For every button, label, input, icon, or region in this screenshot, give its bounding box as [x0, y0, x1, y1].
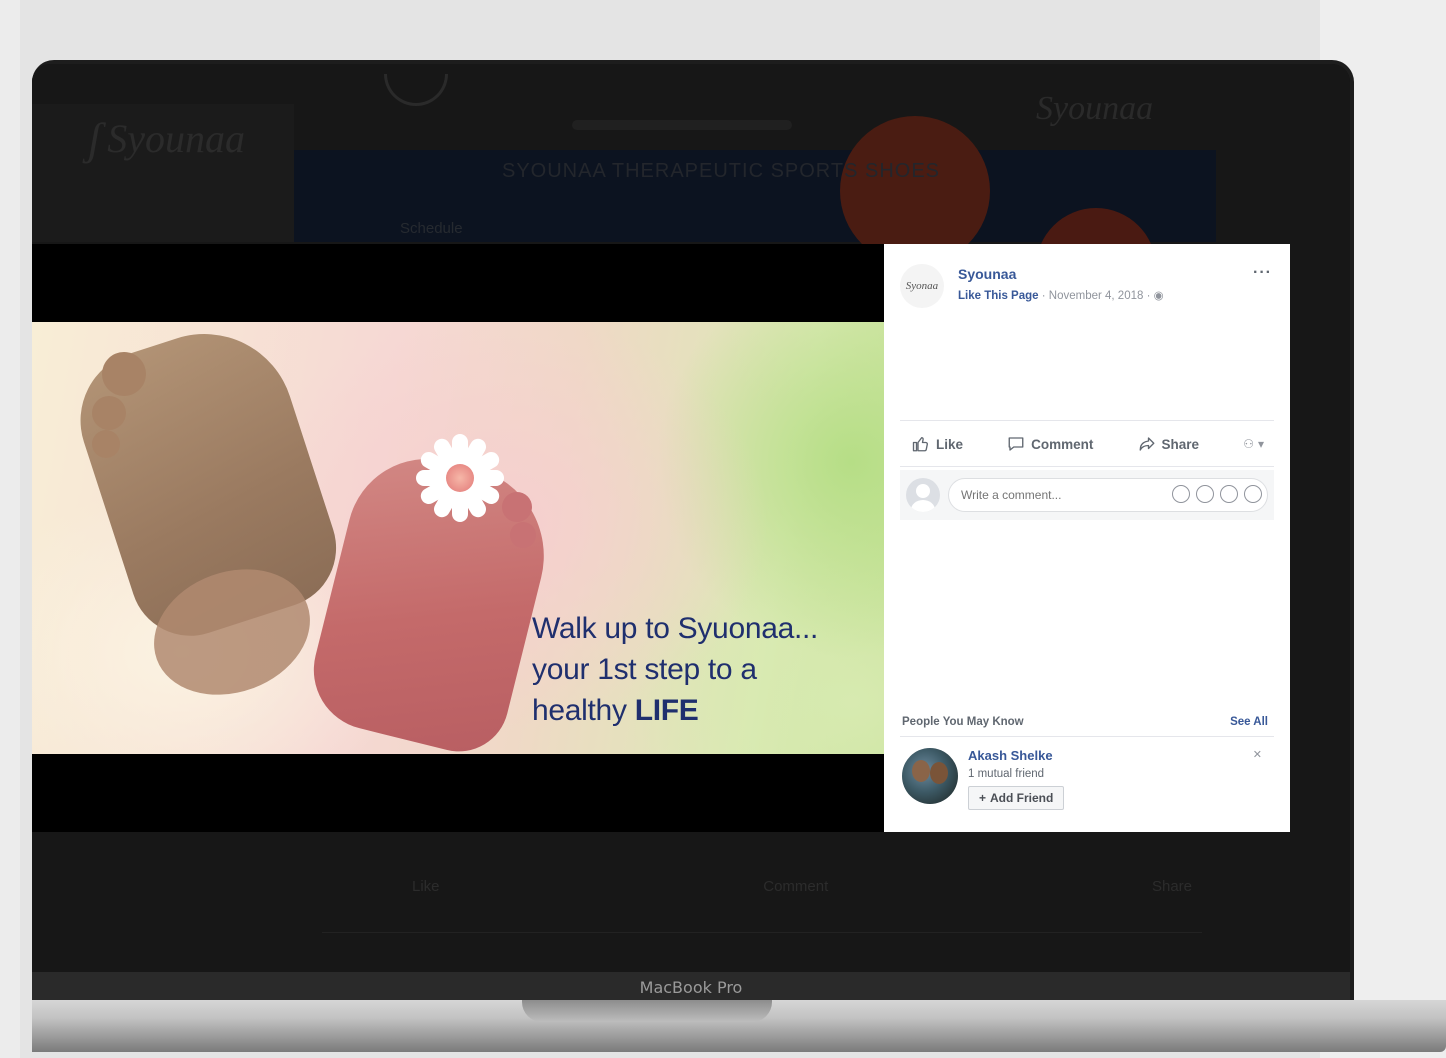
add-friend-label: Add Friend: [990, 791, 1054, 805]
share-icon: [1139, 437, 1154, 451]
more-options-icon[interactable]: ···: [1253, 264, 1272, 282]
daisy-flower: [412, 430, 508, 526]
background-logo: ʃ Syounaa: [88, 112, 245, 165]
user-avatar: [906, 478, 940, 512]
laptop-base: [32, 1000, 1446, 1052]
like-button[interactable]: Like: [912, 435, 963, 453]
add-friend-icon: +: [979, 791, 987, 805]
chevron-down-icon: ▾: [1257, 437, 1264, 451]
sticker-icon[interactable]: [1244, 485, 1262, 503]
close-icon[interactable]: ✕: [1253, 748, 1262, 761]
background-right-logo: Syounaa: [1036, 90, 1154, 127]
post-date-link[interactable]: November 4, 2018: [1049, 290, 1144, 302]
background-banner-sub: Schedule: [400, 220, 463, 237]
divider: [900, 736, 1274, 737]
background-share: Share: [1151, 878, 1192, 895]
comment-button[interactable]: Comment: [1007, 435, 1093, 453]
post-photo[interactable]: Walk up to Syuonaa... your 1st step to a…: [32, 322, 884, 754]
laptop-notch: [522, 1000, 772, 1022]
toe: [102, 352, 146, 396]
divider: [900, 420, 1274, 421]
thumbs-up-icon: [912, 436, 928, 452]
page-avatar[interactable]: Syonaa: [900, 264, 944, 308]
share-button[interactable]: Share: [1138, 435, 1200, 453]
toe: [510, 522, 536, 548]
background-banner-title: SYOUNAA THERAPEUTIC SPORTS SHOES: [502, 160, 941, 182]
post-side-panel: Syonaa Syounaa Like This Page · November…: [884, 244, 1290, 832]
like-label: Like: [936, 436, 964, 452]
mutual-friends-link[interactable]: 1 mutual friend: [968, 768, 1044, 780]
caption-line-3: healthy LIFE: [532, 694, 699, 727]
camera-icon[interactable]: [1196, 485, 1214, 503]
comment-icon: [1008, 437, 1024, 451]
comment-tools: [1172, 485, 1262, 503]
suggested-friend: Akash Shelke 1 mutual friend + Add Frien…: [902, 746, 1272, 814]
audience-selector[interactable]: ⚇ ▾: [1243, 437, 1264, 451]
photo-viewer[interactable]: Walk up to Syuonaa... your 1st step to a…: [32, 244, 884, 832]
background-logo-text: Syounaa: [107, 116, 245, 161]
like-page-link[interactable]: Like This Page: [958, 290, 1039, 302]
post-meta: Like This Page · November 4, 2018 · ◉: [958, 288, 1164, 302]
people-you-may-know-title: People You May Know: [902, 716, 1024, 728]
logo-mark-icon: ʃ: [88, 113, 102, 164]
post-header: Syonaa Syounaa Like This Page · November…: [900, 264, 1274, 308]
laptop-screen: ʃ Syounaa Syounaa SYOUNAA THERAPEUTIC SP…: [32, 64, 1350, 972]
comment-composer: [900, 470, 1274, 520]
background-like: Like: [412, 878, 440, 895]
friend-avatar[interactable]: [902, 748, 958, 804]
toe: [92, 396, 126, 430]
post-actions: Like Comment Share ⚇ ▾: [900, 424, 1274, 464]
comment-label: Comment: [1031, 436, 1094, 452]
add-friend-button[interactable]: + Add Friend: [968, 786, 1065, 810]
laptop-chin: MacBook Pro: [32, 972, 1350, 1002]
page-name-link[interactable]: Syounaa: [958, 266, 1016, 282]
caption-strong-word: LIFE: [634, 694, 699, 727]
caption-line-1: Walk up to Syuonaa...: [532, 612, 819, 645]
background-divider: [322, 932, 1202, 938]
people-icon: ⚇: [1243, 437, 1254, 451]
caption-line-2: your 1st step to a: [532, 653, 757, 686]
toe: [92, 430, 120, 458]
background-comment: Comment: [763, 878, 829, 895]
divider: [900, 466, 1274, 467]
device-label: MacBook Pro: [639, 978, 743, 997]
meta-separator: ·: [1143, 290, 1154, 302]
meta-separator: ·: [1038, 290, 1049, 302]
gif-icon[interactable]: [1220, 485, 1238, 503]
background-action-row: Like Comment Share: [412, 878, 1192, 895]
emoji-icon[interactable]: [1172, 485, 1190, 503]
see-all-link[interactable]: See All: [1230, 716, 1268, 728]
photo-caption: Walk up to Syuonaa... your 1st step to a…: [532, 608, 818, 731]
share-label: Share: [1161, 436, 1200, 452]
background-bar: [572, 120, 792, 130]
friend-name-link[interactable]: Akash Shelke: [968, 748, 1053, 763]
globe-icon: ◉: [1153, 290, 1164, 302]
